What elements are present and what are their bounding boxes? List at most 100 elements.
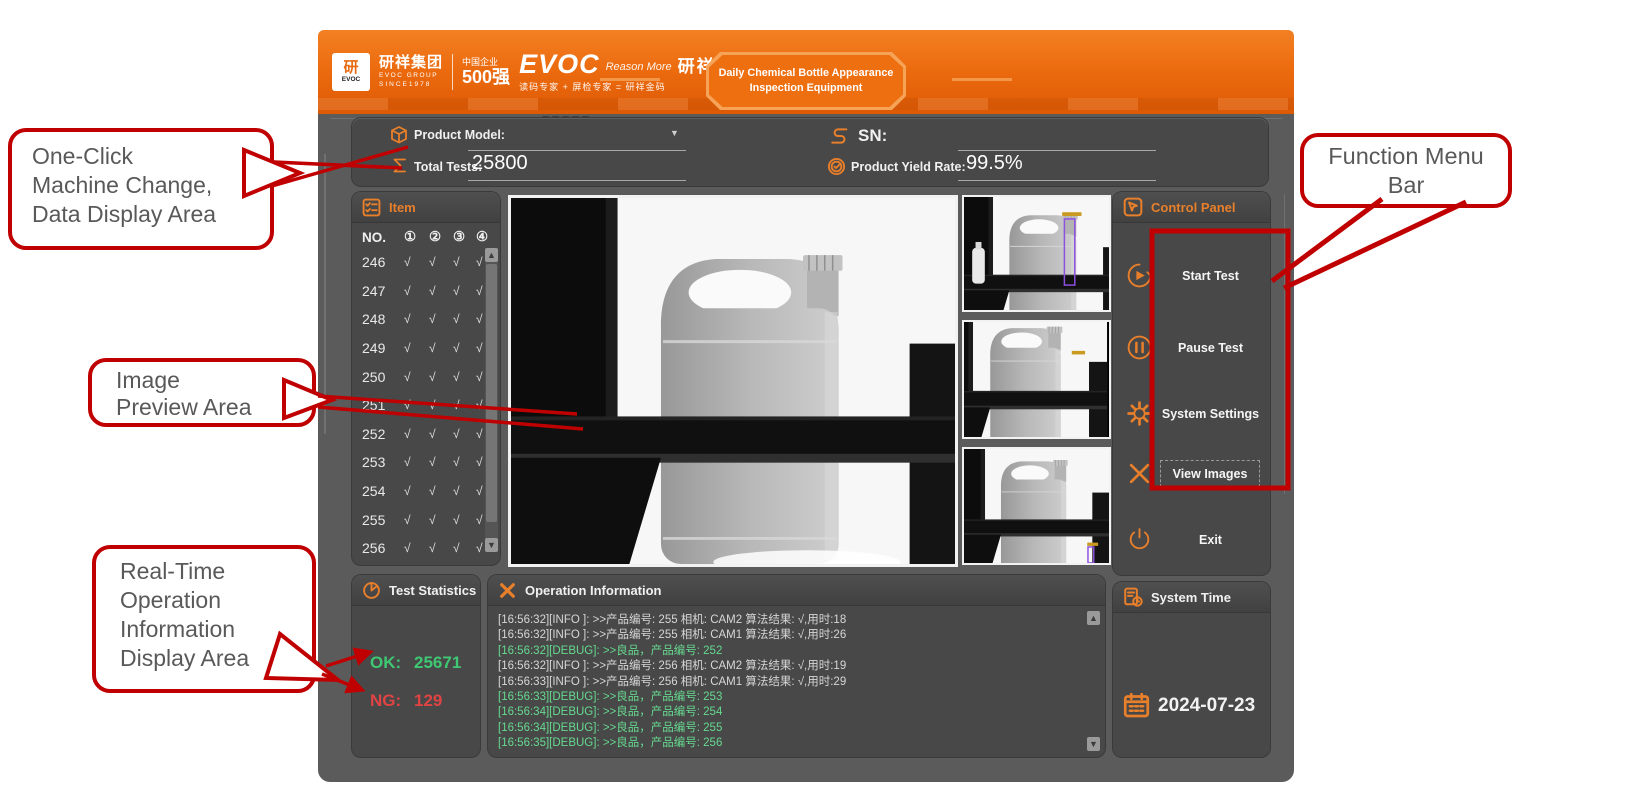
log-line: [16:56:32][INFO ]: >>产品编号: 256 相机: CAM2 … [498,659,1083,674]
calendar-icon [1123,692,1150,719]
yield-rate-underline [958,180,1156,181]
product-model-dropdown[interactable] [468,150,686,151]
doc-clock-icon [1123,587,1143,607]
thumbnail-cam1[interactable] [962,195,1111,312]
table-row[interactable]: 253√√√√ [352,448,500,477]
close-icon [1126,460,1153,487]
badge-wing-left [600,78,660,81]
checklist-icon [362,198,381,217]
scroll-down-icon[interactable]: ▼ [485,538,498,552]
logo-group-name: 研祥集团 [379,55,443,71]
gear-icon [1126,400,1153,427]
table-row[interactable]: 255√√√√ [352,505,500,534]
log-area[interactable]: [16:56:32][INFO ]: >>产品编号: 255 相机: CAM2 … [498,613,1083,751]
product-model-icon [390,126,408,144]
pause-test-icon [1126,334,1153,361]
item-panel: Item NO.① ②③ ④ 246√√√√247√√√√248√√√√249√… [352,192,500,565]
pie-chart-icon [362,581,381,600]
table-row[interactable]: 248√√√√ [352,305,500,334]
sn-icon [828,125,850,147]
log-line: [16:56:33][INFO ]: >>产品编号: 256 相机: CAM1 … [498,675,1083,690]
app-title-line2: Inspection Equipment [750,81,863,96]
item-table-header: NO.① ②③ ④ [352,226,500,248]
table-row[interactable]: 251√√√√ [352,391,500,420]
total-tests-icon [391,157,407,174]
badge-wing-right [952,78,1012,81]
callout-data-display-area: One-Click Machine Change, Data Display A… [8,128,274,250]
system-date: 2024-07-23 [1158,695,1255,717]
log-line: [16:56:33][DEBUG]: >>良品，产品编号: 253 [498,690,1083,705]
test-statistics-header: Test Statistics [352,575,480,606]
item-panel-header: Item [352,192,500,223]
product-model-label: Product Model: [414,128,505,142]
brand-logo: 研 EVOC 研祥集团 EVOC GROUP SINCE1978 中国企业 50… [332,44,754,100]
top-data-panel: Product Model: ▼ Total Tests: 25800 SN: … [352,118,1268,186]
power-icon [1126,526,1153,553]
thumbnail-cam2[interactable] [962,320,1111,439]
system-time-header: System Time [1113,582,1270,613]
crossed-tools-icon [498,581,517,600]
sn-underline [958,150,1156,151]
operation-info-title: Operation Information [525,583,662,598]
scroll-up-icon[interactable]: ▲ [485,248,498,262]
total-tests-value: 25800 [472,152,528,175]
log-scroll-up-icon[interactable]: ▲ [1087,611,1100,625]
log-line: [16:56:32][DEBUG]: >>良品，产品编号: 252 [498,644,1083,659]
item-panel-title: Item [389,200,416,215]
table-row[interactable]: 256√√√√ [352,534,500,563]
system-time-title: System Time [1151,590,1231,605]
exit-button[interactable]: Exit [1155,526,1266,553]
control-panel-title: Control Panel [1151,200,1236,215]
log-line: [16:56:32][INFO ]: >>产品编号: 255 相机: CAM1 … [498,628,1083,643]
start-test-icon [1126,262,1153,289]
logo-cn500-bottom: 500强 [462,68,510,86]
main-image-preview [508,195,958,567]
yield-rate-value: 99.5% [966,152,1023,175]
ng-value: 129 [414,691,442,711]
table-row[interactable]: 254√√√√ [352,477,500,506]
item-scrollbar[interactable]: ▲ ▼ [485,248,498,552]
app-title-line1: Daily Chemical Bottle Appearance [719,66,894,81]
callout-image-preview-area: Image Preview Area [88,358,316,427]
pause-test-button[interactable]: Pause Test [1155,334,1266,361]
chevron-down-icon[interactable]: ▼ [670,128,679,138]
operation-info-header: Operation Information [488,575,1105,606]
evoc-logo-mark: 研 EVOC [332,53,370,91]
logo-since: SINCE1978 [379,82,443,89]
callout-realtime-info-area: Real-Time Operation Information Display … [92,545,316,693]
system-time-panel: System Time 2024-07-23 [1113,582,1270,757]
ok-value: 25671 [414,653,461,673]
log-line: [16:56:35][DEBUG]: >>良品，产品编号: 256 [498,736,1083,751]
app-window: 研 EVOC 研祥集团 EVOC GROUP SINCE1978 中国企业 50… [318,30,1294,782]
logo-evoc-wordmark: EVOC [519,52,600,76]
callout-function-menu-bar: Function Menu Bar [1300,133,1512,208]
app-title-badge: Daily Chemical Bottle Appearance Inspect… [706,52,906,110]
table-row[interactable]: 246√√√√ [352,248,500,277]
table-row[interactable]: 250√√√√ [352,362,500,391]
system-settings-button[interactable]: System Settings [1155,400,1266,427]
item-scrollbar-thumb[interactable] [486,264,497,522]
sn-label: SN: [858,126,887,146]
table-row[interactable]: 249√√√√ [352,334,500,363]
log-scroll-down-icon[interactable]: ▼ [1087,737,1100,751]
log-line: [16:56:34][DEBUG]: >>良品，产品编号: 254 [498,705,1083,720]
item-table-body: 246√√√√247√√√√248√√√√249√√√√250√√√√251√√… [352,248,500,563]
start-test-button[interactable]: Start Test [1155,262,1266,289]
ok-label: OK: [370,653,401,673]
control-panel: Control Panel Start Test Pause Test Syst… [1113,192,1270,575]
yield-rate-icon [827,157,846,176]
yield-rate-label: Product Yield Rate: [851,160,966,174]
logo-script: Reason More [606,61,672,77]
thumbnail-cam3[interactable] [962,447,1111,565]
test-statistics-title: Test Statistics [389,583,476,598]
log-line: [16:56:34][DEBUG]: >>良品，产品编号: 255 [498,721,1083,736]
table-row[interactable]: 247√√√√ [352,277,500,306]
control-panel-header: Control Panel [1113,192,1270,223]
logo-group-sub: EVOC GROUP [379,73,443,80]
logo-divider [452,54,453,90]
test-statistics-panel: Test Statistics OK: 25671 NG: 129 [352,575,480,757]
view-images-button[interactable]: View Images [1160,460,1260,487]
table-row[interactable]: 252√√√√ [352,420,500,449]
ng-label: NG: [370,691,401,711]
total-tests-underline [468,180,686,181]
